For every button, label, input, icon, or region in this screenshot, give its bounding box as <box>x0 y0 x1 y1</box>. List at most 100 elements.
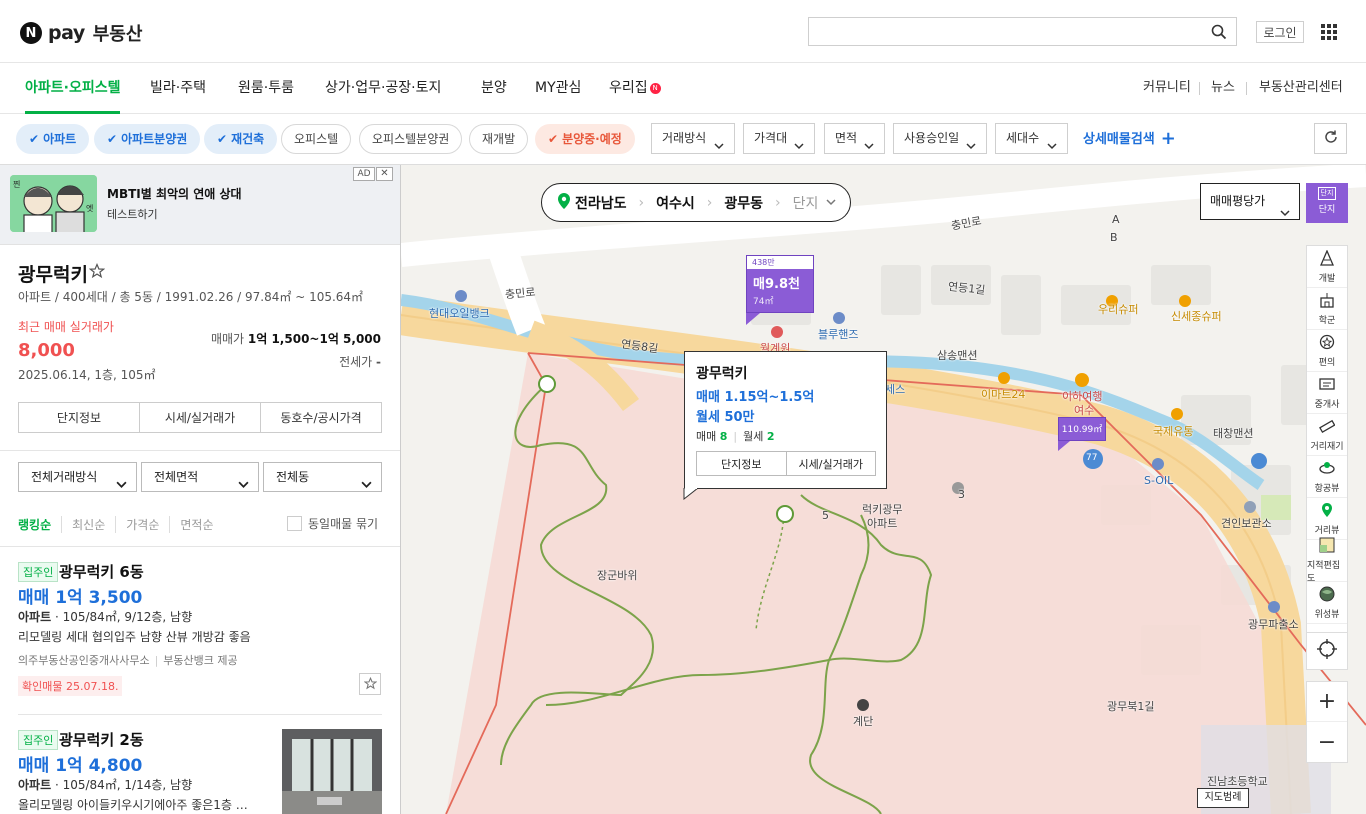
breadcrumb-province[interactable]: 전라남도 <box>558 192 627 213</box>
tool-agent[interactable]: 중개사 <box>1307 372 1347 414</box>
tool-aerial[interactable]: 항공뷰 <box>1307 456 1347 498</box>
nav-management-center[interactable]: 부동산관리센터 <box>1259 63 1343 114</box>
ad-close-icon[interactable]: ✕ <box>376 167 393 181</box>
price-marker[interactable]: 438만 매9.8천 74㎡ <box>746 255 814 313</box>
tool-distance[interactable]: 거리재기 <box>1307 414 1347 456</box>
price-history-button[interactable]: 시세/실거래가 <box>140 403 261 432</box>
dropdown-approval-date[interactable]: 사용승인일 <box>893 123 987 154</box>
jeonse-price: 전세가 - <box>339 353 381 370</box>
favorite-star-icon[interactable] <box>88 262 106 283</box>
login-button[interactable]: 로그인 <box>1256 21 1304 43</box>
zoom-out-button[interactable]: − <box>1307 722 1347 762</box>
tool-satellite[interactable]: 위성뷰 <box>1307 582 1347 624</box>
search-input[interactable] <box>809 18 1199 45</box>
tool-label: 위성뷰 <box>1314 609 1340 620</box>
tool-school[interactable]: 학군 <box>1307 288 1347 330</box>
nav-tab-myhome[interactable]: 우리집 N <box>609 63 661 114</box>
search-icon[interactable] <box>1211 24 1227 44</box>
dropdown-households[interactable]: 세대수 <box>995 123 1068 154</box>
tool-convenience[interactable]: 편의 <box>1307 330 1347 372</box>
tool-streetview[interactable]: 거리뷰 <box>1307 498 1347 540</box>
map-label-school: 진남초등학교 <box>1207 775 1268 788</box>
listing-price: 매매 1억 4,800 <box>18 756 143 776</box>
rent-count-label: 월세 <box>743 430 764 443</box>
logo-n-icon: N <box>20 22 42 44</box>
tool-cadastral[interactable]: 지적편집도 <box>1307 537 1347 584</box>
ad-banner[interactable]: 찐 엣 MBTI별 최악의 연애 상대 테스트하기 AD ✕ <box>0 165 400 245</box>
group-same-listings[interactable]: 동일매물 묶기 <box>287 515 378 532</box>
sort-area[interactable]: 면적순 <box>169 516 223 533</box>
breadcrumb-complex[interactable]: 단지 <box>793 193 819 213</box>
refresh-icon <box>1323 129 1339 149</box>
dropdown-label: 거래방식 <box>662 131 707 145</box>
advanced-search-button[interactable]: 상세매물검색 + <box>1083 123 1176 154</box>
nav-tab-presale[interactable]: 분양 <box>481 63 507 114</box>
map-label-woori-super: 우리슈퍼 <box>1098 303 1139 316</box>
refresh-button[interactable] <box>1314 123 1347 154</box>
tool-development[interactable]: 개발 <box>1307 246 1347 288</box>
list-item[interactable]: 집주인 광무럭키 6동 매매 1억 3,500 아파트 · 105/84㎡, 9… <box>18 561 382 701</box>
provider-name: 부동산뱅크 제공 <box>163 654 238 667</box>
map-label-gukje: 국제유통 <box>1153 425 1194 438</box>
nav-community[interactable]: 커뮤니티 <box>1143 63 1191 114</box>
zoom-in-button[interactable]: + <box>1307 682 1347 722</box>
sale-price-value: 1억 1,500~1억 5,000 <box>247 332 381 346</box>
recent-trade-price: 8,000 <box>18 340 75 361</box>
nav-news[interactable]: 뉴스 <box>1211 63 1235 114</box>
area-marker[interactable]: 110.99㎡ <box>1058 417 1106 441</box>
nav-divider <box>1246 82 1247 95</box>
sort-ranking[interactable]: 랭킹순 <box>18 516 61 533</box>
breadcrumb-city[interactable]: 여수시 <box>656 193 695 213</box>
dropdown-trade-type[interactable]: 거래방식 <box>651 123 735 154</box>
dropdown-all-area[interactable]: 전체면적 <box>141 462 259 492</box>
new-badge: N <box>649 82 661 94</box>
list-item[interactable]: 집주인 광무럭키 2동 매매 1억 4,800 아파트 · 105/84㎡, 1… <box>18 729 382 814</box>
chip-apartment[interactable]: ✔ 아파트 <box>16 124 90 154</box>
current-location-button[interactable] <box>1306 632 1348 670</box>
chip-presale-ongoing[interactable]: ✔ 분양중·예정 <box>535 124 635 154</box>
dropdown-label: 전체거래방식 <box>31 470 98 484</box>
dropdown-all-building[interactable]: 전체동 <box>263 462 382 492</box>
sort-price[interactable]: 가격순 <box>115 516 169 533</box>
nav-tab-apartment[interactable]: 아파트·오피스텔 <box>25 63 121 114</box>
chip-officetel[interactable]: 오피스텔 <box>281 124 352 154</box>
map-label-emart24: 이마트24 <box>981 388 1026 401</box>
logo[interactable]: N pay 부동산 <box>20 20 142 46</box>
logo-brand-text: 부동산 <box>92 24 143 45</box>
app-grid-icon[interactable] <box>1321 24 1337 40</box>
logo-pay-text: pay <box>48 22 85 44</box>
nav-tab-oneroom[interactable]: 원룸·투룸 <box>238 63 294 114</box>
nav-tab-my[interactable]: MY관심 <box>535 63 581 114</box>
popup-price-history-button[interactable]: 시세/실거래가 <box>786 452 875 475</box>
nav-tab-commercial[interactable]: 상가·업무·공장·토지 <box>325 63 441 114</box>
unit-price-button[interactable]: 동호수/공시가격 <box>261 403 381 432</box>
complex-info-button[interactable]: 단지정보 <box>19 403 140 432</box>
map-price-type-dropdown[interactable]: 매매평당가 <box>1200 183 1300 220</box>
chip-reconstruction[interactable]: ✔ 재건축 <box>204 124 278 154</box>
listing-thumbnail[interactable] <box>282 729 382 814</box>
search-box[interactable] <box>808 17 1237 46</box>
dropdown-price[interactable]: 가격대 <box>743 123 815 154</box>
dropdown-area[interactable]: 면적 <box>824 123 885 154</box>
favorite-button[interactable] <box>359 673 381 695</box>
nav-tab-villa[interactable]: 빌라·주택 <box>150 63 206 114</box>
dropdown-all-trade[interactable]: 전체거래방식 <box>18 462 137 492</box>
map-label-stairs: 계단 <box>853 715 874 728</box>
chip-apartment-presale[interactable]: ✔ 아파트분양권 <box>94 124 201 154</box>
sort-latest[interactable]: 최신순 <box>61 516 115 533</box>
map-label-route77: 77 <box>1086 453 1098 463</box>
sale-count: 8 <box>719 430 728 443</box>
group-checkbox[interactable] <box>287 516 302 531</box>
map-area[interactable]: 현대오일뱅크 충민로 충민로 연등8길 연등1길 블루핸즈 삼송맨션 우리슈퍼 … <box>401 165 1366 814</box>
listing-description: 올리모델링 아이들키우시기에아주 좋은1층 … <box>18 798 248 812</box>
complex-layer-label: 단지 <box>1318 205 1336 215</box>
popup-sale-range: 매매 1.15억~1.5억 <box>696 390 815 405</box>
region-breadcrumb[interactable]: 전라남도 › 여수시 › 광무동 › 단지 <box>541 183 852 222</box>
complex-layer-toggle[interactable]: 단지 단지 <box>1306 183 1348 223</box>
chip-redevelopment[interactable]: 재개발 <box>469 124 529 154</box>
popup-complex-info-button[interactable]: 단지정보 <box>697 452 787 475</box>
breadcrumb-dong[interactable]: 광무동 <box>724 193 763 213</box>
chip-officetel-presale[interactable]: 오피스텔분양권 <box>359 124 463 154</box>
map-legend-button[interactable]: 지도범례 <box>1197 788 1249 808</box>
chevron-right-icon: › <box>706 194 713 211</box>
